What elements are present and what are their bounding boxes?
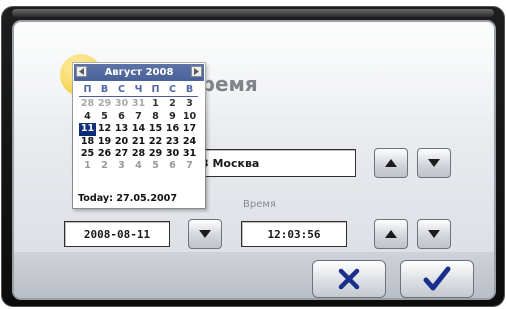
calendar-week-row: 11 12 13 14 15 16 17: [79, 123, 198, 136]
time-up-button[interactable]: [374, 219, 408, 249]
time-field[interactable]: 12:03:56: [241, 221, 347, 247]
triangle-down-icon: [428, 230, 440, 238]
timezone-up-button[interactable]: [374, 148, 408, 178]
date-field[interactable]: 2008-08-11: [64, 221, 170, 247]
calendar-day[interactable]: 14: [130, 123, 147, 135]
triangle-up-icon: [385, 230, 397, 238]
calendar-day[interactable]: 3: [181, 98, 198, 110]
calendar-day[interactable]: 5: [147, 160, 164, 172]
device-frame: время 3 Москва Время 2008-08-11 12:03:56: [1, 6, 505, 307]
calendar-day[interactable]: 28: [79, 98, 96, 110]
calendar-day[interactable]: 30: [164, 148, 181, 160]
calendar-day[interactable]: 31: [130, 98, 147, 110]
calendar-day[interactable]: 30: [113, 98, 130, 110]
calendar-day[interactable]: 2: [164, 98, 181, 110]
calendar-next-button[interactable]: [191, 66, 202, 77]
calendar-day-selected[interactable]: 11: [79, 123, 96, 136]
calendar-week-row: 28 29 30 31 1 2 3: [79, 98, 198, 110]
calendar-day[interactable]: 5: [96, 111, 113, 123]
calendar-popup: Август 2008 П В С Ч П С В 28 29 30 31 1 2 3 4 5 6 7 8 9 10 11…: [72, 62, 206, 209]
calendar-day[interactable]: 1: [147, 98, 164, 110]
calendar-day[interactable]: 27: [113, 148, 130, 160]
calendar-day[interactable]: 17: [181, 123, 198, 135]
calendar-day[interactable]: 16: [164, 123, 181, 135]
calendar-weekday: С: [168, 84, 177, 95]
calendar-day[interactable]: 19: [96, 136, 113, 148]
cancel-button[interactable]: [312, 260, 386, 298]
timezone-down-button[interactable]: [417, 148, 451, 178]
calendar-day[interactable]: 1: [79, 160, 96, 172]
calendar-day[interactable]: 8: [147, 111, 164, 123]
calendar-week-row: 25 26 27 28 29 30 31: [79, 148, 198, 160]
calendar-weekday-row: ПВСЧПСВ: [79, 84, 198, 98]
calendar-prev-button[interactable]: [76, 66, 87, 77]
date-dropdown-button[interactable]: [188, 219, 222, 249]
calendar-weekday: П: [83, 84, 92, 95]
triangle-left-icon: [79, 68, 84, 75]
calendar-day[interactable]: 2: [96, 160, 113, 172]
time-down-button[interactable]: [417, 219, 451, 249]
calendar-day[interactable]: 20: [113, 136, 130, 148]
calendar-today-link[interactable]: Today: 27.05.2007: [78, 193, 177, 204]
calendar-day[interactable]: 7: [130, 111, 147, 123]
calendar-day[interactable]: 6: [164, 160, 181, 172]
calendar-day[interactable]: 29: [96, 98, 113, 110]
check-icon: [423, 266, 451, 291]
calendar-day[interactable]: 10: [181, 111, 198, 123]
calendar-day[interactable]: 26: [96, 148, 113, 160]
calendar-day[interactable]: 28: [130, 148, 147, 160]
calendar-day[interactable]: 7: [181, 160, 198, 172]
triangle-up-icon: [385, 159, 397, 167]
device-bezel: [12, 9, 494, 17]
calendar-day[interactable]: 15: [147, 123, 164, 135]
calendar-day[interactable]: 24: [181, 136, 198, 148]
x-icon: [338, 268, 360, 290]
calendar-day[interactable]: 23: [164, 136, 181, 148]
calendar-day[interactable]: 9: [164, 111, 181, 123]
calendar-day[interactable]: 13: [113, 123, 130, 135]
calendar-day[interactable]: 3: [113, 160, 130, 172]
calendar-header: Август 2008: [74, 64, 204, 81]
calendar-day[interactable]: 4: [79, 111, 96, 123]
calendar-day[interactable]: 6: [113, 111, 130, 123]
time-label: Время: [243, 199, 276, 210]
calendar-weekday: П: [151, 84, 160, 95]
calendar-day[interactable]: 18: [79, 136, 96, 148]
calendar-weekday: С: [117, 84, 126, 95]
calendar-week-row: 1234567: [79, 160, 198, 172]
calendar-day[interactable]: 29: [147, 148, 164, 160]
calendar-day[interactable]: 22: [147, 136, 164, 148]
settings-screen: время 3 Москва Время 2008-08-11 12:03:56: [12, 20, 496, 300]
confirm-button[interactable]: [400, 260, 474, 298]
calendar-day[interactable]: 4: [130, 160, 147, 172]
calendar-grid: П В С Ч П С В 28 29 30 31 1 2 3 4 5 6 7 8 9 10 11 12 13 14 15 16 17…: [79, 84, 198, 173]
calendar-weekday: В: [185, 84, 194, 95]
calendar-month-label: Август 2008: [104, 67, 174, 78]
calendar-weekday: В: [100, 84, 109, 95]
timezone-field[interactable]: 3 Москва: [194, 149, 356, 177]
triangle-right-icon: [194, 68, 199, 75]
calendar-day[interactable]: 31: [181, 148, 198, 160]
calendar-day[interactable]: 25: [79, 148, 96, 160]
calendar-weekday: Ч: [134, 84, 143, 95]
triangle-down-icon: [428, 159, 440, 167]
calendar-day[interactable]: 21: [130, 136, 147, 148]
triangle-down-icon: [199, 230, 211, 238]
calendar-week-row: 18 19 20 21 22 23 24: [79, 136, 198, 148]
calendar-day[interactable]: 12: [96, 123, 113, 135]
calendar-week-row: 4 5 6 7 8 9 10: [79, 111, 198, 123]
